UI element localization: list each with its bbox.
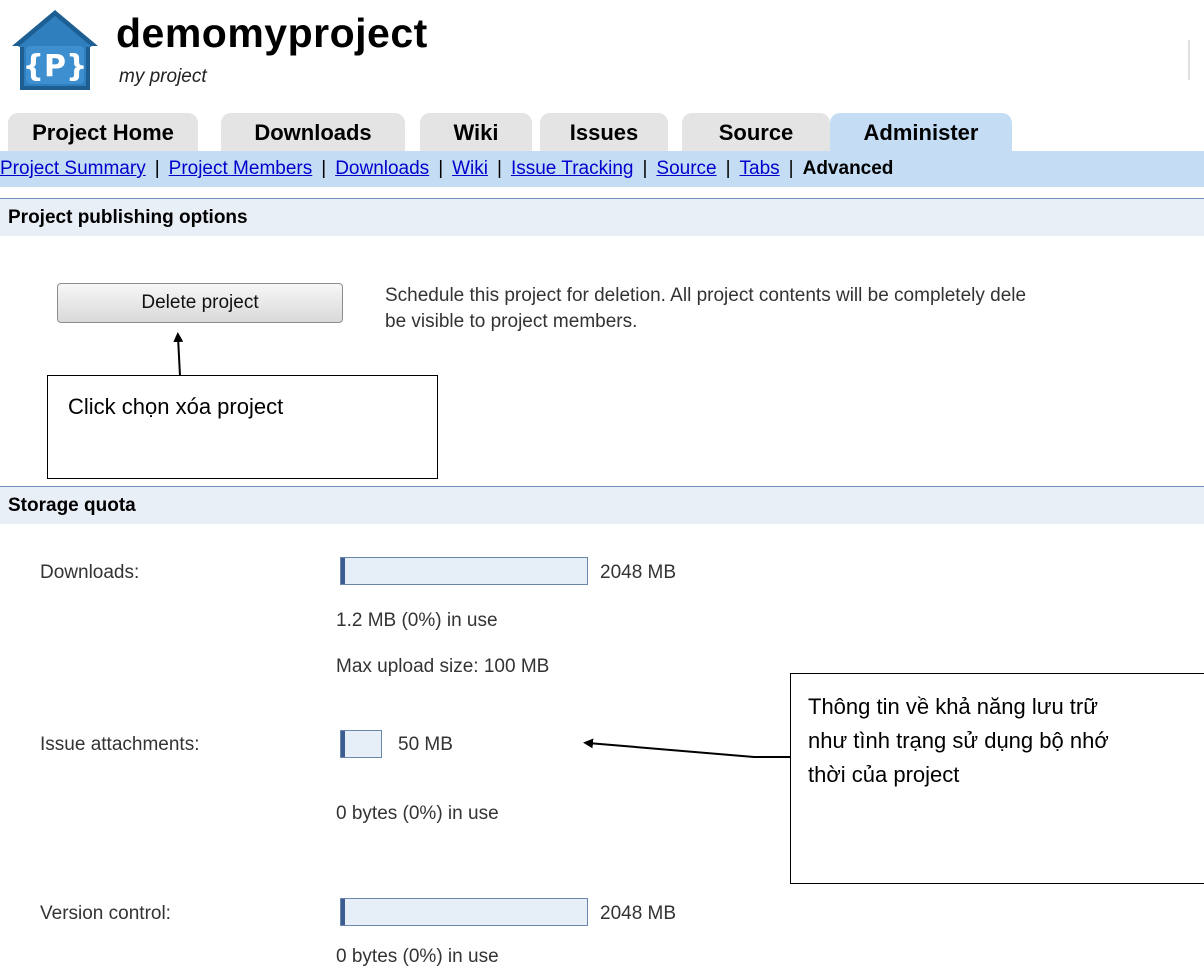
annotation-arrows bbox=[173, 332, 790, 758]
delete-annotation-arrow bbox=[173, 332, 184, 377]
storage-annotation-arrow bbox=[583, 738, 790, 758]
